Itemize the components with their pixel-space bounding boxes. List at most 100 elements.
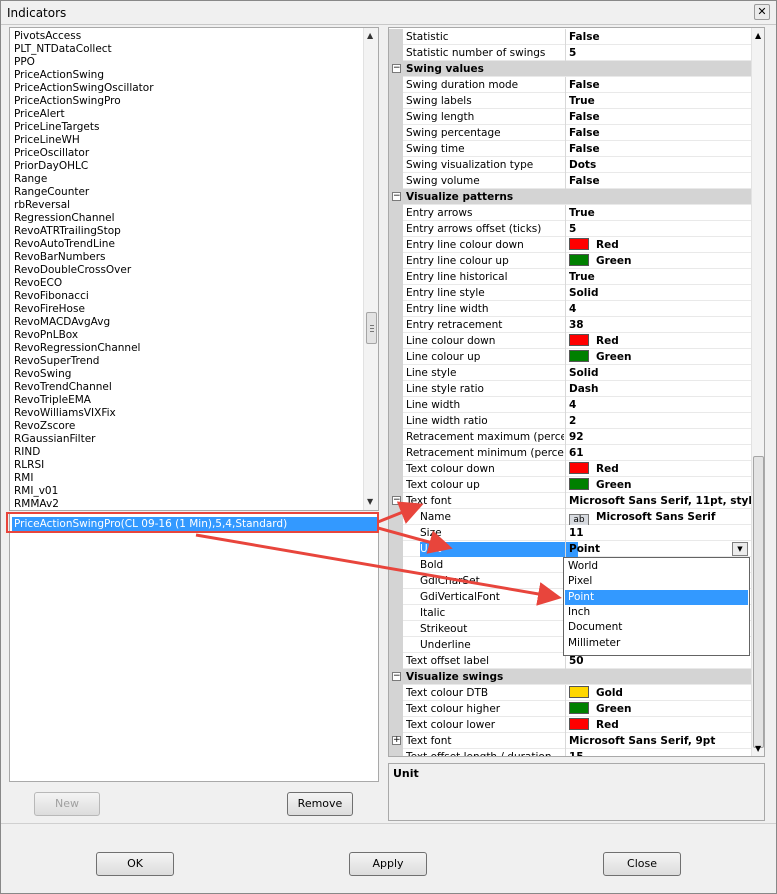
property-row[interactable]: Text colour up Green	[389, 477, 751, 493]
property-row[interactable]: Swing labels True	[389, 93, 751, 109]
category-header[interactable]: − Visualize swings	[389, 669, 751, 685]
property-row[interactable]: Size 11	[389, 525, 751, 541]
property-value[interactable]: 61	[569, 446, 751, 461]
indicator-list-item[interactable]: RevoECO	[14, 277, 62, 290]
property-row[interactable]: Entry retracement 38	[389, 317, 751, 333]
dropdown-arrow-icon[interactable]: ▼	[732, 542, 748, 556]
property-row[interactable]: Swing percentage False	[389, 125, 751, 141]
indicator-list-item[interactable]: PLT_NTDataCollect	[14, 43, 112, 56]
property-row[interactable]: Statistic number of swings 5	[389, 45, 751, 61]
property-value[interactable]: 4	[569, 398, 751, 413]
indicator-list-item[interactable]: RevoBarNumbers	[14, 251, 106, 264]
category-header[interactable]: − Swing values	[389, 61, 751, 77]
property-value[interactable]: False	[569, 30, 751, 45]
indicator-list-item[interactable]: RevoPnLBox	[14, 329, 78, 342]
property-value[interactable]: Solid	[569, 366, 751, 381]
scroll-up-icon[interactable]: ▲	[367, 31, 373, 40]
indicator-list[interactable]: ▲ ▼ PivotsAccess PLT_NTDataCollect PPO Pric…	[9, 27, 379, 511]
unit-option[interactable]: Inch	[565, 605, 748, 620]
collapse-icon[interactable]: −	[392, 496, 401, 505]
indicator-list-item[interactable]: rbReversal	[14, 199, 70, 212]
scroll-thumb[interactable]	[366, 312, 377, 344]
property-value[interactable]: Green	[569, 702, 751, 717]
property-value[interactable]: 11	[569, 526, 751, 541]
property-value[interactable]: True	[569, 206, 751, 221]
scroll-down-icon[interactable]: ▼	[755, 744, 761, 753]
unit-option[interactable]: Millimeter	[565, 636, 748, 651]
indicator-list-item[interactable]: PriceActionSwingPro	[14, 95, 121, 108]
indicator-list-item[interactable]: RevoRegressionChannel	[14, 342, 140, 355]
property-row[interactable]: − Text font Microsoft Sans Serif, 11pt, st…	[389, 493, 751, 509]
property-value[interactable]: Microsoft Sans Serif, 9pt	[569, 734, 751, 749]
property-value[interactable]: False	[569, 142, 751, 157]
property-row[interactable]: Text colour DTB Gold	[389, 685, 751, 701]
property-value[interactable]: Dash	[569, 382, 751, 397]
property-row[interactable]: Retracement minimum (percent) 61	[389, 445, 751, 461]
unit-dropdown-list[interactable]: World Pixel Point Inch Document Millimeter	[563, 557, 750, 656]
property-row[interactable]: Swing length False	[389, 109, 751, 125]
indicator-list-item[interactable]: RevoFibonacci	[14, 290, 89, 303]
property-value[interactable]: True	[569, 270, 751, 285]
property-value[interactable]: Red	[569, 334, 751, 349]
property-row[interactable]: Line colour up Green	[389, 349, 751, 365]
indicator-list-item[interactable]: PriorDayOHLC	[14, 160, 88, 173]
property-value[interactable]: 5	[569, 222, 751, 237]
property-value[interactable]: True	[569, 94, 751, 109]
property-value[interactable]: Solid	[569, 286, 751, 301]
property-value[interactable]: 5	[569, 46, 751, 61]
property-row[interactable]: Line width ratio 2	[389, 413, 751, 429]
indicator-list-item[interactable]: PriceOscillator	[14, 147, 89, 160]
property-value[interactable]: Gold	[569, 686, 751, 701]
property-row[interactable]: Statistic False	[389, 29, 751, 45]
property-row[interactable]: Unit Point ▼	[389, 541, 751, 557]
property-value[interactable]: 4	[569, 302, 751, 317]
property-row[interactable]: Entry line style Solid	[389, 285, 751, 301]
indicator-list-item[interactable]: RegressionChannel	[14, 212, 115, 225]
property-row[interactable]: Swing time False	[389, 141, 751, 157]
property-row[interactable]: Swing visualization type Dots	[389, 157, 751, 173]
apply-button[interactable]: Apply	[349, 852, 427, 876]
applied-indicators-list[interactable]: PriceActionSwingPro(CL 09-16 (1 Min),5,4…	[9, 512, 379, 782]
property-value[interactable]: False	[569, 174, 751, 189]
property-value[interactable]: 50	[569, 654, 751, 669]
property-value[interactable]: False	[569, 78, 751, 93]
close-icon[interactable]: ✕	[754, 4, 770, 20]
property-row[interactable]: Text offset length / duration 15	[389, 749, 751, 756]
property-row[interactable]: Text colour down Red	[389, 461, 751, 477]
indicator-list-item[interactable]: RevoWilliamsVIXFix	[14, 407, 116, 420]
property-value[interactable]: Dots	[569, 158, 751, 173]
indicator-list-item[interactable]: RevoZscore	[14, 420, 75, 433]
property-row[interactable]: Entry line width 4	[389, 301, 751, 317]
property-row[interactable]: Name ab Microsoft Sans Serif	[389, 509, 751, 525]
close-button[interactable]: Close	[603, 852, 681, 876]
indicator-list-item[interactable]: PriceAlert	[14, 108, 65, 121]
indicator-list-item[interactable]: RevoFireHose	[14, 303, 85, 316]
unit-option[interactable]: Pixel	[565, 574, 748, 589]
property-value[interactable]: Microsoft Sans Serif, 11pt, style	[569, 494, 751, 509]
indicator-list-item[interactable]: RevoSwing	[14, 368, 71, 381]
property-row[interactable]: Entry line colour up Green	[389, 253, 751, 269]
property-value[interactable]: Red	[569, 462, 751, 477]
property-value[interactable]: False	[569, 110, 751, 125]
property-row[interactable]: Line colour down Red	[389, 333, 751, 349]
indicator-list-item[interactable]: RevoATRTrailingStop	[14, 225, 121, 238]
property-value[interactable]: ab Microsoft Sans Serif	[569, 510, 751, 525]
property-value[interactable]: 15	[569, 750, 751, 756]
collapse-icon[interactable]: −	[392, 672, 401, 681]
indicator-list-item[interactable]: RMI	[14, 472, 33, 485]
property-row[interactable]: Entry arrows offset (ticks) 5	[389, 221, 751, 237]
scroll-down-icon[interactable]: ▼	[367, 497, 373, 506]
property-value[interactable]: Green	[569, 350, 751, 365]
scroll-up-icon[interactable]: ▲	[755, 31, 761, 40]
collapse-icon[interactable]: −	[392, 64, 401, 73]
category-header[interactable]: − Visualize patterns	[389, 189, 751, 205]
unit-option[interactable]: Point	[565, 589, 748, 605]
indicator-list-item[interactable]: PriceLineWH	[14, 134, 80, 147]
indicator-list-item[interactable]: RevoDoubleCrossOver	[14, 264, 131, 277]
property-row[interactable]: Entry line historical True	[389, 269, 751, 285]
indicator-list-item[interactable]: PriceLineTargets	[14, 121, 99, 134]
property-row[interactable]: Retracement maximum (percent) 92	[389, 429, 751, 445]
indicator-list-item[interactable]: RLRSI	[14, 459, 44, 472]
remove-button[interactable]: Remove	[287, 792, 353, 816]
indicator-list-item[interactable]: RGaussianFilter	[14, 433, 95, 446]
